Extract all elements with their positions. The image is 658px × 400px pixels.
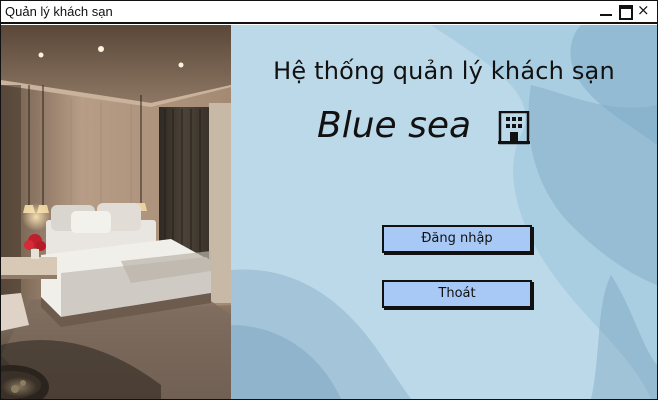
minimize-icon[interactable] [599,4,613,18]
window-title: Quản lý khách sạn [5,4,113,19]
hotel-brand-name: Blue sea [317,105,472,146]
maximize-icon[interactable] [618,4,633,20]
close-icon[interactable]: × [637,1,651,19]
hotel-building-icon [498,111,530,145]
app-window: Quản lý khách sạn × Hệ thống quản lý khá… [0,0,658,400]
close-glyph: × [637,1,650,19]
page-title: Hệ thống quản lý khách sạn [273,57,615,85]
exit-button[interactable]: Thoát [382,280,532,308]
window-controls: × [599,1,651,20]
hotel-room-photo [1,25,231,399]
welcome-panel: Hệ thống quản lý khách sạn Blue sea Đăng… [231,25,657,399]
title-bar[interactable]: Quản lý khách sạn × [1,1,657,24]
login-button[interactable]: Đăng nhập [382,225,532,253]
